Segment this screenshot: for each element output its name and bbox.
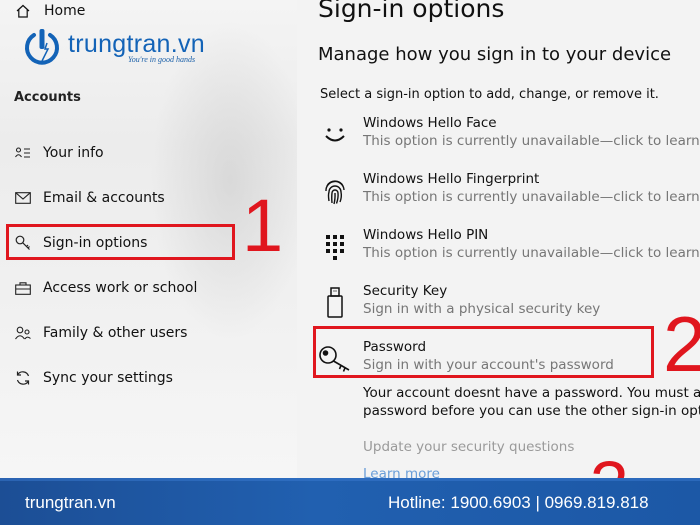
option-windows-hello-fingerprint[interactable]: Windows Hello Fingerprint This option is… (297, 171, 700, 219)
sidebar-item-your-info[interactable]: Your info (0, 131, 297, 175)
option-title: Windows Hello Fingerprint (363, 171, 540, 187)
step-number-3: 3 (590, 448, 629, 478)
option-description: Sign in with a physical security key (363, 301, 601, 317)
briefcase-icon (14, 279, 32, 297)
sidebar-item-sync-settings[interactable]: Sync your settings (0, 356, 297, 400)
option-description: This option is currently unavailable—cli… (363, 245, 700, 261)
learn-more-link[interactable]: Learn more (363, 466, 440, 478)
people-icon (14, 324, 32, 342)
power-logo-icon (22, 27, 62, 67)
password-message-line-1: Your account doesnt have a password. You… (363, 385, 700, 401)
section-title: Accounts (14, 90, 81, 105)
step-number-2: 2 (663, 300, 700, 388)
main-content: Sign-in options Manage how you sign in t… (297, 0, 700, 478)
sidebar-item-label: Access work or school (43, 280, 198, 296)
option-title: Windows Hello Face (363, 115, 497, 131)
person-card-icon (14, 144, 32, 162)
option-title: Windows Hello PIN (363, 227, 489, 243)
password-message: Your account doesnt have a password. You… (363, 384, 700, 420)
update-security-questions-link[interactable]: Update your security questions (363, 439, 574, 455)
intro-text: Select a sign-in option to add, change, … (320, 87, 659, 102)
home-icon (16, 4, 30, 18)
sidebar-item-label: Sync your settings (43, 370, 173, 386)
mail-icon (14, 189, 32, 207)
face-icon (321, 119, 349, 151)
settings-sidebar: Home trungtran.vn You're in good hands A… (0, 0, 297, 478)
sidebar-item-access-work-school[interactable]: Access work or school (0, 266, 297, 310)
step-number-1: 1 (242, 184, 284, 267)
footer-hotline: Hotline: 1900.6903 | 0969.819.818 (388, 493, 649, 512)
sync-icon (14, 369, 32, 387)
page-subtitle: Manage how you sign in to your device (318, 44, 672, 65)
option-description: This option is currently unavailable—cli… (363, 189, 700, 205)
page-title: Sign-in options (318, 0, 505, 23)
highlight-box-sign-in-options (6, 224, 235, 260)
pin-keypad-icon (321, 231, 349, 263)
highlight-box-password (313, 326, 654, 378)
home-label: Home (44, 3, 86, 19)
fingerprint-icon (321, 175, 349, 207)
option-windows-hello-face[interactable]: Windows Hello Face This option is curren… (297, 115, 700, 163)
sidebar-item-label: Your info (43, 145, 104, 161)
option-title: Security Key (363, 283, 448, 299)
home-link[interactable]: Home (16, 3, 85, 19)
sidebar-item-family-users[interactable]: Family & other users (0, 311, 297, 355)
logo-name: trungtran.vn (68, 29, 206, 58)
option-windows-hello-pin[interactable]: Windows Hello PIN This option is current… (297, 227, 700, 275)
footer-site: trungtran.vn (25, 493, 116, 512)
usb-key-icon (321, 287, 349, 319)
option-description: This option is currently unavailable—cli… (363, 133, 700, 149)
logo-tagline: You're in good hands (128, 54, 196, 64)
sidebar-item-label: Email & accounts (43, 190, 165, 206)
option-security-key[interactable]: Security Key Sign in with a physical sec… (297, 283, 700, 331)
password-message-line-2: password before you can use the other si… (363, 403, 700, 419)
footer-banner: trungtran.vn Hotline: 1900.6903 | 0969.8… (0, 478, 700, 525)
sidebar-item-label: Family & other users (43, 325, 188, 341)
brand-logo: trungtran.vn You're in good hands (22, 27, 205, 67)
